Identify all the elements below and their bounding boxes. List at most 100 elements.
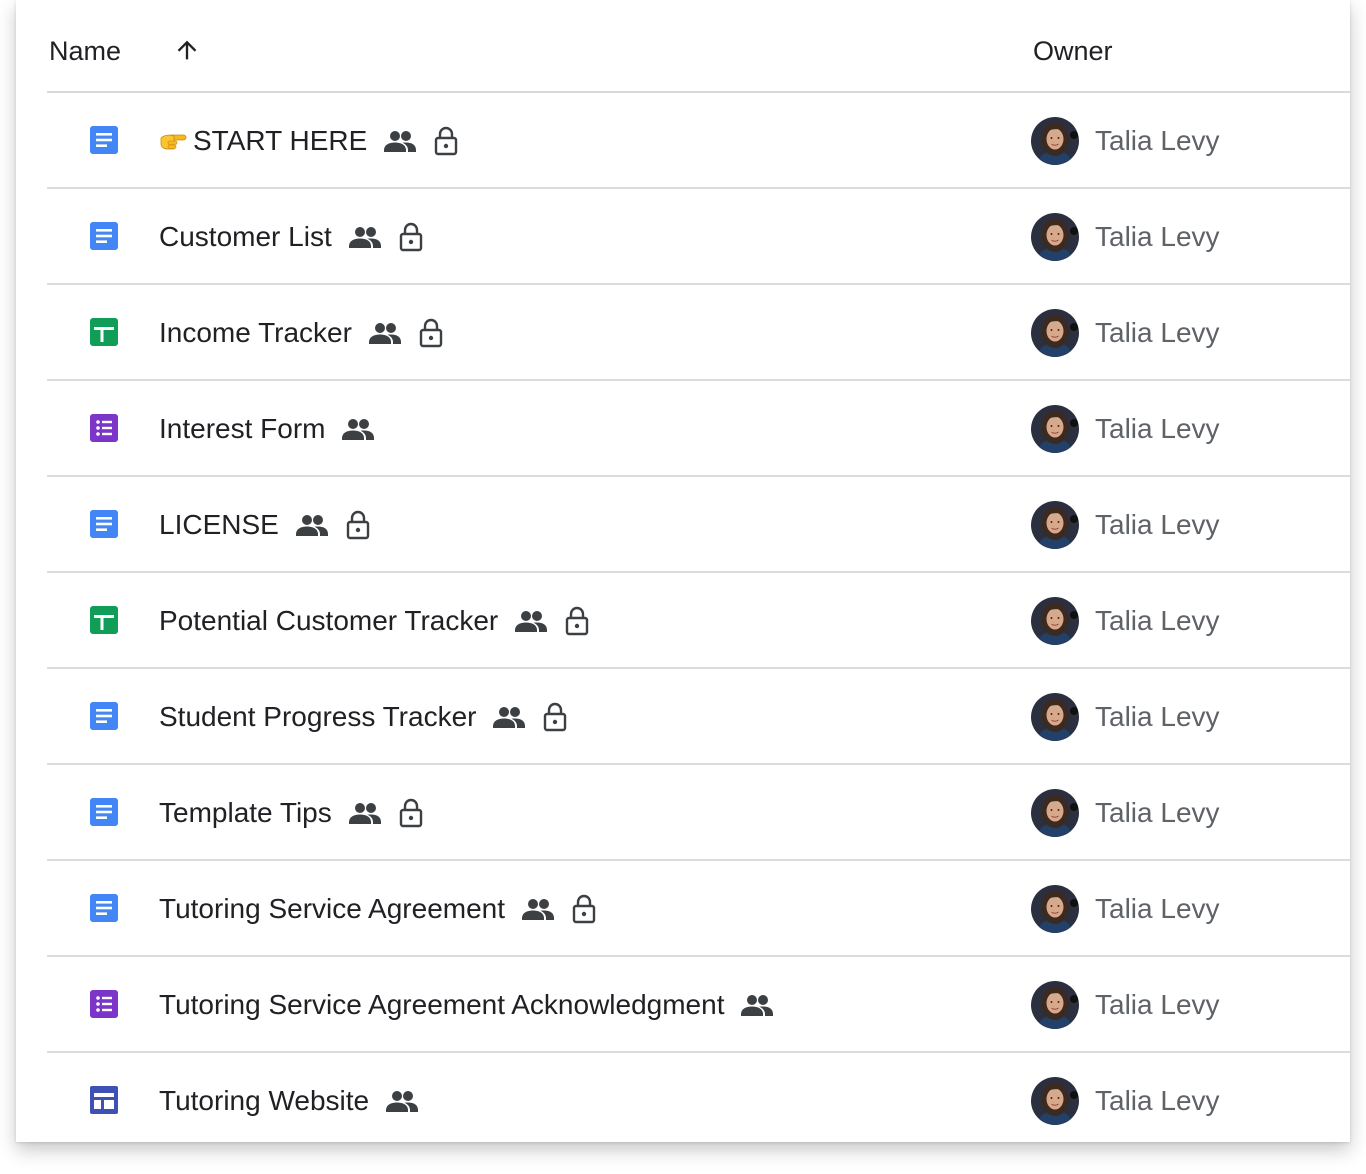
lock-icon	[435, 126, 458, 156]
file-name-cell: Tutoring Service Agreement Acknowledgmen…	[159, 957, 774, 1053]
file-name[interactable]: START HERE	[193, 125, 367, 157]
file-name[interactable]: Interest Form	[159, 413, 325, 445]
owner-cell: Talia Levy	[1031, 189, 1220, 285]
shared-people-icon	[493, 707, 526, 728]
owner-name: Talia Levy	[1095, 701, 1220, 732]
file-name[interactable]: Potential Customer Tracker	[159, 605, 498, 637]
file-row[interactable]: Interest Form Talia Levy	[47, 381, 1350, 477]
file-name[interactable]: Tutoring Service Agreement Acknowledgmen…	[159, 989, 724, 1021]
owner-cell: Talia Levy	[1031, 381, 1220, 477]
lock-icon	[399, 798, 422, 828]
owner-cell: Talia Levy	[1031, 477, 1220, 573]
file-name[interactable]: Tutoring Service Agreement	[159, 893, 505, 925]
file-row[interactable]: Customer List Talia Levy	[47, 189, 1350, 285]
file-row[interactable]: Template Tips Talia Levy	[47, 765, 1350, 861]
shared-people-icon	[386, 1091, 419, 1112]
file-name-cell: Customer List	[159, 189, 424, 285]
arrow-upward-icon	[177, 40, 197, 60]
shared-people-icon	[348, 227, 381, 248]
shared-people-icon	[741, 995, 774, 1016]
docs-file-icon	[90, 798, 118, 826]
owner-name: Talia Levy	[1095, 797, 1220, 828]
shared-people-icon	[522, 899, 555, 920]
lock-icon	[399, 222, 422, 252]
lock-icon	[572, 894, 596, 924]
file-row[interactable]: LICENSE Talia Levy	[47, 477, 1350, 573]
file-name-cell: Interest Form	[159, 381, 375, 477]
avatar[interactable]	[1031, 789, 1079, 837]
avatar[interactable]	[1031, 117, 1079, 165]
shared-people-icon	[384, 131, 417, 152]
file-row[interactable]: Income Tracker Talia Levy	[47, 285, 1350, 381]
avatar[interactable]	[1031, 405, 1079, 453]
file-row[interactable]: START HERE Talia Levy	[47, 93, 1350, 189]
shared-people-icon	[515, 611, 548, 632]
file-name[interactable]: Tutoring Website	[159, 1085, 369, 1117]
shared-people-icon	[368, 323, 401, 344]
list-header: Name Owner	[47, 0, 1350, 93]
owner-name: Talia Levy	[1095, 1085, 1220, 1116]
file-name[interactable]: Income Tracker	[159, 317, 352, 349]
file-name-cell: START HERE	[159, 93, 459, 189]
owner-cell: Talia Levy	[1031, 1053, 1220, 1142]
avatar[interactable]	[1031, 693, 1079, 741]
avatar[interactable]	[1031, 1077, 1079, 1125]
lock-icon	[566, 606, 589, 636]
file-name-cell: Income Tracker	[159, 285, 444, 381]
docs-file-icon	[90, 702, 118, 730]
owner-name: Talia Levy	[1095, 413, 1220, 444]
avatar[interactable]	[1031, 501, 1079, 549]
avatar[interactable]	[1031, 885, 1079, 933]
file-list: Name Owner START HERE Talia Levy Custome…	[16, 0, 1350, 1142]
file-name[interactable]: Template Tips	[159, 797, 332, 829]
pointing-right-emoji-icon	[160, 134, 187, 150]
file-name-cell: Template Tips	[159, 765, 424, 861]
avatar[interactable]	[1031, 597, 1079, 645]
file-row[interactable]: Tutoring Service Agreement Talia Levy	[47, 861, 1350, 957]
name-column-header[interactable]: Name	[49, 36, 121, 67]
docs-file-icon	[90, 510, 118, 538]
avatar[interactable]	[1031, 309, 1079, 357]
file-name[interactable]: Student Progress Tracker	[159, 701, 476, 733]
lock-icon	[346, 510, 370, 540]
file-name-cell: Potential Customer Tracker	[159, 573, 590, 669]
owner-name: Talia Levy	[1095, 989, 1220, 1020]
file-name-cell: Tutoring Service Agreement	[159, 861, 597, 957]
owner-cell: Talia Levy	[1031, 861, 1220, 957]
sheets-file-icon	[90, 318, 118, 346]
owner-column-header[interactable]: Owner	[1033, 36, 1113, 67]
file-row[interactable]: Tutoring Website Talia Levy	[47, 1053, 1350, 1142]
owner-name: Talia Levy	[1095, 605, 1220, 636]
owner-name: Talia Levy	[1095, 125, 1220, 156]
sheets-file-icon	[90, 606, 118, 634]
shared-people-icon	[348, 803, 381, 824]
owner-cell: Talia Levy	[1031, 285, 1220, 381]
file-name-cell: Tutoring Website	[159, 1053, 419, 1142]
docs-file-icon	[90, 126, 118, 154]
sort-direction-button[interactable]	[167, 30, 207, 70]
owner-cell: Talia Levy	[1031, 957, 1220, 1053]
file-name[interactable]: LICENSE	[159, 509, 279, 541]
owner-cell: Talia Levy	[1031, 765, 1220, 861]
file-row[interactable]: Student Progress Tracker Talia Levy	[47, 669, 1350, 765]
shared-people-icon	[295, 515, 328, 536]
file-rows: START HERE Talia Levy Customer List Tali…	[47, 93, 1350, 1142]
docs-file-icon	[90, 222, 118, 250]
file-row[interactable]: Tutoring Service Agreement Acknowledgmen…	[47, 957, 1350, 1053]
owner-cell: Talia Levy	[1031, 669, 1220, 765]
avatar[interactable]	[1031, 981, 1079, 1029]
file-name[interactable]: Customer List	[159, 221, 332, 253]
file-row[interactable]: Potential Customer Tracker Talia Levy	[47, 573, 1350, 669]
owner-cell: Talia Levy	[1031, 573, 1220, 669]
file-name-cell: LICENSE	[159, 477, 371, 573]
owner-name: Talia Levy	[1095, 221, 1220, 252]
owner-name: Talia Levy	[1095, 317, 1220, 348]
lock-icon	[419, 318, 443, 348]
avatar[interactable]	[1031, 213, 1079, 261]
lock-icon	[544, 702, 567, 732]
sites-file-icon	[90, 1086, 118, 1114]
owner-cell: Talia Levy	[1031, 93, 1220, 189]
owner-name: Talia Levy	[1095, 893, 1220, 924]
forms-file-icon	[90, 414, 118, 442]
forms-file-icon	[90, 990, 118, 1018]
